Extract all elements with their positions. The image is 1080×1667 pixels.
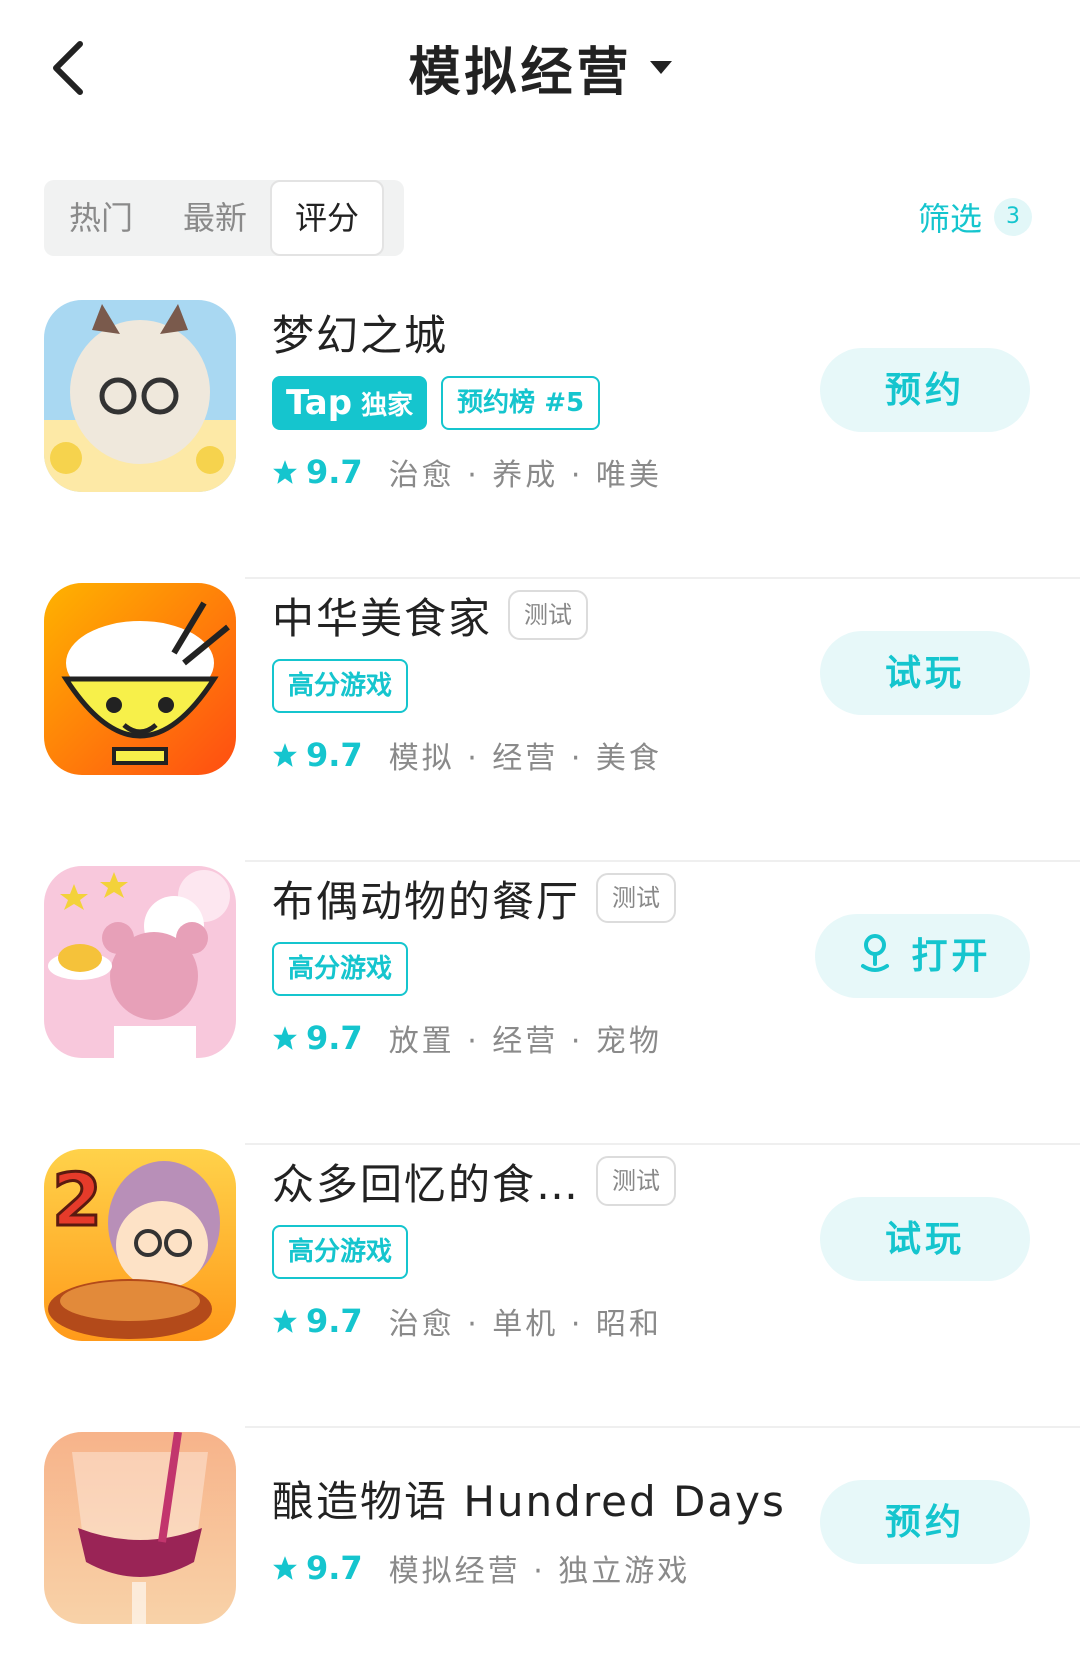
game-list-item[interactable]: 布偶动物的餐厅 测试 高分游戏 9.7 放置 · 经营 · 宠物 打开 [0, 862, 1080, 1145]
game-title[interactable]: 众多回忆的食… [272, 1151, 580, 1212]
open-button[interactable]: 打开 [815, 914, 1030, 998]
sort-tabs: 热门 最新 评分 [44, 180, 404, 256]
rating-score: 9.7 [306, 1302, 363, 1340]
game-icon[interactable] [44, 583, 236, 775]
genre-tags: 放置 · 经营 · 宠物 [388, 1024, 662, 1059]
game-icon[interactable] [44, 1432, 236, 1624]
game-icon[interactable] [44, 300, 236, 492]
star-icon [273, 1026, 297, 1050]
launch-icon [861, 934, 890, 972]
rating-score: 9.7 [306, 1019, 363, 1057]
tab-hot[interactable]: 热门 [44, 180, 158, 256]
tab-latest[interactable]: 最新 [158, 180, 272, 256]
test-status-badge: 测试 [596, 1156, 677, 1206]
game-info: 中华美食家 测试 高分游戏 9.7 模拟 · 经营 · 美食 [272, 579, 772, 789]
game-title[interactable]: 中华美食家 [272, 585, 492, 646]
game-info: 酿造物语 Hundred Days 9.7 模拟经营 · 独立游戏 [272, 1462, 784, 1602]
genre-tags: 治愈 · 单机 · 昭和 [388, 1307, 662, 1342]
genre-tags: 治愈 · 养成 · 唯美 [388, 458, 662, 493]
game-list: 梦幻之城 Tap 独家 预约榜 #5 9.7 治愈 · 养成 · 唯美 预约 中… [0, 296, 1080, 1667]
star-icon [273, 1309, 297, 1333]
star-icon [273, 743, 297, 767]
high-score-badge: 高分游戏 [272, 659, 409, 713]
high-score-badge: 高分游戏 [272, 1225, 409, 1279]
top-bar: 模拟经营 [0, 0, 1080, 140]
test-status-badge: 测试 [596, 873, 677, 923]
trial-play-button[interactable]: 试玩 [820, 1197, 1030, 1281]
reserve-button[interactable]: 预约 [820, 348, 1030, 432]
rating-score: 9.7 [306, 1549, 363, 1587]
genre-tags: 模拟 · 经营 · 美食 [388, 741, 662, 776]
high-score-badge: 高分游戏 [272, 942, 409, 996]
filter-button[interactable]: 筛选 3 [918, 194, 1032, 244]
star-icon [273, 1556, 297, 1580]
game-list-item[interactable]: 梦幻之城 Tap 独家 预约榜 #5 9.7 治愈 · 养成 · 唯美 预约 [0, 296, 1080, 579]
game-info: 布偶动物的餐厅 测试 高分游戏 9.7 放置 · 经营 · 宠物 [272, 862, 772, 1072]
game-info: 众多回忆的食… 测试 高分游戏 9.7 治愈 · 单机 · 昭和 [272, 1145, 772, 1355]
game-title[interactable]: 梦幻之城 [272, 302, 448, 363]
game-title[interactable]: 酿造物语 Hundred Days [272, 1468, 786, 1529]
genre-tags: 模拟经营 · 独立游戏 [388, 1554, 691, 1589]
game-icon[interactable] [44, 866, 236, 1058]
game-title[interactable]: 布偶动物的餐厅 [272, 868, 580, 929]
reserve-button[interactable]: 预约 [820, 1480, 1030, 1564]
game-list-item[interactable]: 酿造物语 Hundred Days 9.7 模拟经营 · 独立游戏 预约 [0, 1428, 1080, 1667]
game-icon[interactable]: 2 [44, 1149, 236, 1341]
filter-count-badge: 3 [994, 198, 1032, 236]
page-title: 模拟经营 [408, 43, 633, 103]
filter-label: 筛选 [917, 200, 982, 238]
tab-rating[interactable]: 评分 [270, 180, 384, 256]
tap-exclusive-badge: Tap 独家 [272, 376, 428, 430]
test-status-badge: 测试 [508, 590, 589, 640]
caret-down-icon [649, 60, 672, 74]
game-list-item[interactable]: 中华美食家 测试 高分游戏 9.7 模拟 · 经营 · 美食 试玩 [0, 579, 1080, 862]
rank-badge: 预约榜 #5 [441, 376, 601, 430]
category-title-dropdown[interactable]: 模拟经营 [0, 30, 1080, 105]
game-list-item[interactable]: 2 众多回忆的食… 测试 高分游戏 9.7 治愈 · 单机 · 昭和 试玩 [0, 1145, 1080, 1428]
rating-score: 9.7 [306, 453, 363, 491]
svg-text:2: 2 [52, 1158, 102, 1242]
star-icon [273, 460, 297, 484]
trial-play-button[interactable]: 试玩 [820, 631, 1030, 715]
game-info: 梦幻之城 Tap 独家 预约榜 #5 9.7 治愈 · 养成 · 唯美 [272, 296, 772, 506]
rating-score: 9.7 [306, 736, 363, 774]
